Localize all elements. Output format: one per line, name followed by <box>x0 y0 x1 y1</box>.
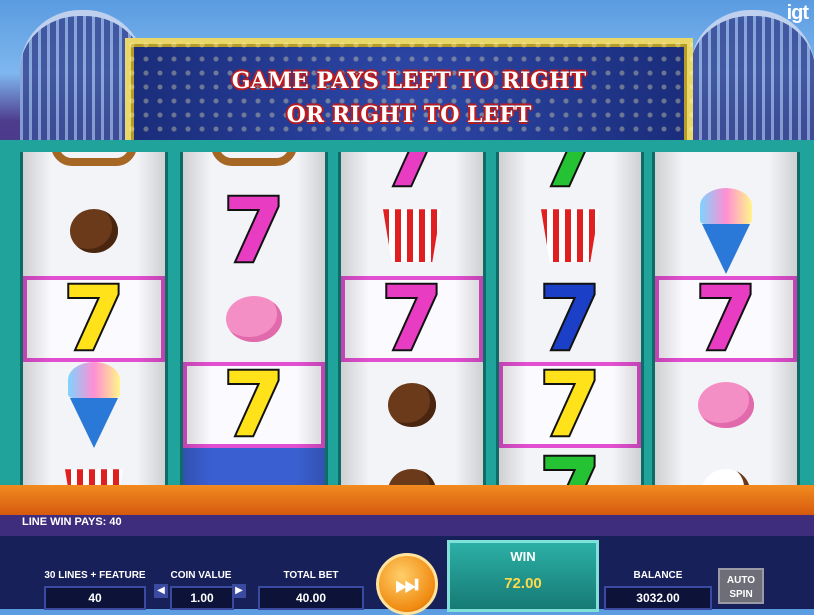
seven-green-icon: 7 <box>537 445 602 488</box>
pretzel-icon <box>211 152 297 166</box>
cotton-candy-symbol <box>183 276 325 362</box>
total-bet-label: TOTAL BET <box>283 570 339 581</box>
seven-yellow-symbol: 7 <box>499 353 641 456</box>
brand-logo: igt <box>786 2 809 24</box>
balance-label: BALANCE <box>633 570 683 581</box>
snow-cone-top-icon <box>68 362 120 398</box>
decorative-floor <box>0 485 814 515</box>
coin-increase-button[interactable]: ▶ <box>232 584 246 598</box>
reel-2: 7 7 <box>180 152 328 487</box>
marquee-line-2: OR RIGHT TO LEFT <box>286 102 532 128</box>
cotton-candy-icon <box>698 382 754 428</box>
seven-blue-icon: 7 <box>537 267 602 370</box>
cotton-candy-icon <box>226 296 282 342</box>
seven-pink-symbol: 7 <box>341 267 483 370</box>
popcorn-icon <box>383 209 441 262</box>
seven-yellow-icon: 7 <box>537 353 602 456</box>
pretzel-icon <box>51 152 137 166</box>
popcorn-symbol <box>341 188 483 274</box>
roller-coaster-right <box>690 10 814 151</box>
auto-spin-button[interactable]: AUTO SPIN <box>718 568 764 604</box>
snow-cone-cone-icon <box>702 224 750 274</box>
pretzel-symbol <box>23 152 165 188</box>
line-win-value: 40 <box>109 516 122 528</box>
tickets-symbol <box>183 448 325 487</box>
snow-cone-symbol <box>655 188 797 274</box>
marquee-line-1: GAME PAYS LEFT TO RIGHT <box>231 68 587 94</box>
popcorn-icon <box>65 469 123 487</box>
balance-display: 3032.00 <box>604 586 712 610</box>
lines-display[interactable]: 40 <box>44 586 146 610</box>
win-display: WIN 72.00 <box>447 540 599 612</box>
total-bet-display: 40.00 <box>258 586 364 610</box>
reel-1: 7 <box>20 152 168 487</box>
seven-pink-icon: 7 <box>379 267 444 370</box>
lines-label: 30 LINES + FEATURE <box>44 570 146 581</box>
reel-3: 7 7 <box>338 152 486 487</box>
seven-pink-icon: 7 <box>379 152 444 206</box>
candy-apple-symbol <box>341 362 483 448</box>
cotton-candy-symbol <box>655 362 797 448</box>
win-value: 72.00 <box>504 575 542 592</box>
seven-yellow-symbol: 7 <box>183 353 325 456</box>
coin-decrease-button[interactable]: ◀ <box>154 584 168 598</box>
pretzel-symbol <box>183 152 325 188</box>
seven-pink-symbol: 7 <box>341 152 483 206</box>
coin-value-display: 1.00 <box>170 586 234 610</box>
snow-cone-top-icon <box>700 188 752 224</box>
seven-pink-icon: 7 <box>221 179 286 282</box>
seven-pink-icon: 7 <box>693 267 758 370</box>
snow-cone-cone-icon <box>70 398 118 448</box>
spin-button[interactable]: ⏭ <box>376 553 438 615</box>
snow-cone-symbol <box>23 362 165 448</box>
sundae-symbol <box>655 448 797 487</box>
coin-value-label: COIN VALUE <box>170 570 232 581</box>
candy-apple-symbol <box>23 188 165 274</box>
seven-green-icon: 7 <box>537 152 602 206</box>
win-label: WIN <box>510 549 536 564</box>
popcorn-symbol <box>23 448 165 487</box>
seven-yellow-icon: 7 <box>61 267 126 370</box>
popcorn-icon <box>541 209 599 262</box>
reel-5: 7 <box>652 152 800 487</box>
seven-pink-symbol: 7 <box>183 179 325 282</box>
line-win-text: LINE WIN PAYS: 40 <box>22 516 122 528</box>
candy-apple-icon <box>388 383 436 427</box>
seven-pink-symbol: 7 <box>655 267 797 370</box>
reel-4: 7 7 7 7 <box>496 152 644 487</box>
line-win-label: LINE WIN PAYS: <box>22 516 107 528</box>
seven-green-symbol: 7 <box>499 152 641 206</box>
seven-yellow-symbol: 7 <box>23 267 165 370</box>
candy-apple-symbol <box>341 448 483 487</box>
seven-blue-symbol: 7 <box>499 267 641 370</box>
seven-green-symbol: 7 <box>499 445 641 488</box>
candy-apple-icon <box>70 209 118 253</box>
popcorn-symbol <box>499 188 641 274</box>
seven-yellow-icon: 7 <box>221 353 286 456</box>
